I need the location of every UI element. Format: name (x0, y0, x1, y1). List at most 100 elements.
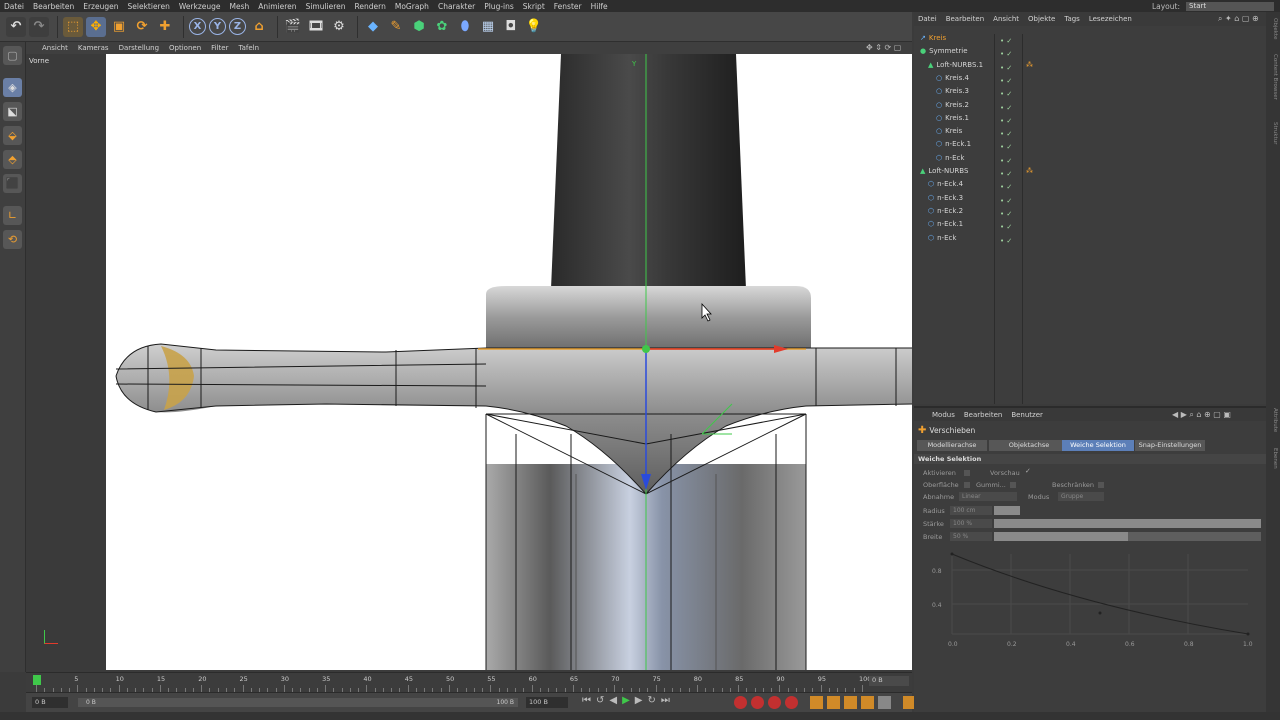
side-tab-attribute[interactable]: Attribute (1268, 408, 1278, 432)
viewport-menu-tafeln[interactable]: Tafeln (238, 44, 259, 52)
record-icon[interactable] (734, 696, 747, 709)
menu-item-bearbeiten[interactable]: Bearbeiten (33, 2, 74, 11)
goto-end-icon[interactable]: ⏭ (661, 695, 670, 706)
tab-objektachse[interactable]: Objektachse (989, 440, 1069, 451)
menu-item-simulieren[interactable]: Simulieren (306, 2, 346, 11)
radius-slider[interactable] (994, 506, 1020, 515)
modus-select[interactable]: Gruppe (1058, 492, 1104, 501)
timeline-playhead[interactable] (33, 675, 41, 685)
menu-item-plugins[interactable]: Plug-ins (484, 2, 514, 11)
visibility-check-icon[interactable]: • ✓ (1000, 235, 1012, 248)
object-row[interactable]: ○ Kreis.2 • ✓ (914, 99, 1266, 112)
axis-mode-icon[interactable]: ∟ (3, 206, 22, 225)
object-menu-lesezeichen[interactable]: Lesezeichen (1089, 15, 1132, 23)
texture-mode-icon[interactable]: ⬕ (3, 102, 22, 121)
object-row[interactable]: ▲ Loft-NURBS • ✓ ⁂ (914, 165, 1266, 178)
key-param-icon[interactable] (861, 696, 874, 709)
key-scale-icon[interactable] (827, 696, 840, 709)
object-row[interactable]: ○ Kreis.4 • ✓ (914, 72, 1266, 85)
help-icon[interactable] (785, 696, 798, 709)
attr-nav-icons[interactable]: ◀ ▶ ⌕ ⌂ ⊕ ▢ ▣ (1172, 410, 1231, 420)
beschraenken-checkbox[interactable] (1098, 482, 1104, 488)
object-row[interactable]: ○ Kreis • ✓ (914, 125, 1266, 138)
object-row[interactable]: ○ Kreis.3 • ✓ (914, 85, 1266, 98)
array-icon[interactable]: ✿ (432, 17, 452, 37)
oberflaeche-checkbox[interactable] (964, 482, 970, 488)
object-row[interactable]: ⬡ n-Eck.2 • ✓ (914, 205, 1266, 218)
object-menu-tags[interactable]: Tags (1064, 15, 1080, 23)
breite-field[interactable]: 50 % (950, 532, 992, 541)
y-axis-lock-icon[interactable]: Y (209, 18, 226, 35)
side-tab-objekte[interactable]: Objekte (1268, 18, 1278, 39)
cube-primitive-icon[interactable]: ◆ (363, 17, 383, 37)
render-settings-icon[interactable]: ⚙ (329, 17, 349, 37)
points-mode-icon[interactable]: ⬙ (3, 126, 22, 145)
object-menu-datei[interactable]: Datei (918, 15, 937, 23)
timeline-ruler[interactable]: 0510152025303540455055606570758085909510… (26, 672, 912, 692)
model-mode-icon[interactable]: ◈ (3, 78, 22, 97)
object-row[interactable]: ⬡ n-Eck.1 • ✓ (914, 218, 1266, 231)
move-tool-icon[interactable]: ✥ (86, 16, 106, 37)
redo-icon[interactable]: ↷ (29, 16, 49, 37)
object-row[interactable]: ⬡ n-Eck.1 • ✓ (914, 138, 1266, 151)
object-row[interactable]: ● Symmetrie • ✓ (914, 45, 1266, 58)
goto-start-icon[interactable]: ⏮ (582, 695, 591, 706)
menu-item-datei[interactable]: Datei (4, 2, 24, 11)
light-icon[interactable]: 💡 (524, 17, 544, 37)
range-slider[interactable]: 0 B 100 B (78, 698, 518, 707)
object-row[interactable]: ○ Kreis.1 • ✓ (914, 112, 1266, 125)
camera-icon[interactable]: ◘ (501, 17, 521, 37)
object-menu-objekte[interactable]: Objekte (1028, 15, 1055, 23)
undo-icon[interactable]: ↶ (6, 16, 26, 37)
scale-tool-icon[interactable]: ▣ (109, 17, 129, 37)
viewport-nav-icons[interactable]: ✥ ⇕ ⟳ ▢ (866, 43, 901, 52)
timeline-end-field[interactable]: 0 B (869, 676, 909, 686)
play-icon[interactable]: ▶ (622, 695, 630, 706)
key-move-icon[interactable] (810, 696, 823, 709)
tab-modellierachse[interactable]: Modellierachse (917, 440, 987, 451)
render-picture-viewer-icon[interactable]: 🎞 (306, 17, 326, 37)
end-frame-field[interactable]: 100 B (526, 697, 568, 708)
side-tab-ebenen[interactable]: Ebenen (1268, 448, 1278, 469)
object-row[interactable]: ⬡ n-Eck.4 • ✓ (914, 178, 1266, 191)
radius-field[interactable]: 100 cm (950, 506, 992, 515)
object-row[interactable]: ↗ Kreis • ✓ (914, 32, 1266, 45)
menu-item-werkzeuge[interactable]: Werkzeuge (179, 2, 221, 11)
menu-item-mograph[interactable]: MoGraph (395, 2, 429, 11)
add-tool-icon[interactable]: ✚ (155, 17, 175, 37)
menu-item-mesh[interactable]: Mesh (230, 2, 250, 11)
key-pla-icon[interactable] (878, 696, 891, 709)
menu-item-charakter[interactable]: Charakter (438, 2, 475, 11)
gummi-checkbox[interactable] (1010, 482, 1016, 488)
object-row[interactable]: ▲ Loft-NURBS.1 • ✓ ⁂ (914, 59, 1266, 72)
spline-pen-icon[interactable]: ✎ (386, 17, 406, 37)
next-key-icon[interactable]: ↻ (648, 695, 656, 706)
z-axis-lock-icon[interactable]: Z (229, 18, 246, 35)
layout-select[interactable]: Start (1186, 1, 1274, 11)
attr-menu-benutzer[interactable]: Benutzer (1011, 411, 1043, 419)
object-menu-bearbeiten[interactable]: Bearbeiten (946, 15, 984, 23)
side-tab-content-browser[interactable]: Content Browser (1268, 54, 1278, 100)
prev-key-icon[interactable]: ↺ (596, 695, 604, 706)
menu-item-selektieren[interactable]: Selektieren (128, 2, 170, 11)
polygons-mode-icon[interactable]: ⬛ (3, 174, 22, 193)
side-tab-struktur[interactable]: Struktur (1268, 122, 1278, 144)
viewport[interactable]: Vorne Y (26, 54, 912, 670)
object-row[interactable]: ⬡ n-Eck • ✓ (914, 152, 1266, 165)
menu-item-erzeugen[interactable]: Erzeugen (83, 2, 118, 11)
attr-menu-modus[interactable]: Modus (932, 411, 955, 419)
tag-icon[interactable]: ⁂ (1026, 165, 1033, 178)
key-rotate-icon[interactable] (844, 696, 857, 709)
object-menu-ansicht[interactable]: Ansicht (993, 15, 1019, 23)
staerke-field[interactable]: 100 % (950, 519, 992, 528)
aktivieren-checkbox[interactable] (964, 470, 970, 476)
staerke-slider[interactable] (994, 519, 1261, 528)
object-row[interactable]: ⬡ n-Eck.3 • ✓ (914, 192, 1266, 205)
live-selection-icon[interactable]: ⬚ (63, 16, 83, 37)
coordinate-system-icon[interactable]: ⌂ (249, 17, 269, 37)
viewport-menu-ansicht[interactable]: Ansicht (42, 44, 68, 52)
menu-item-skript[interactable]: Skript (523, 2, 545, 11)
start-frame-field[interactable]: 0 B (32, 697, 68, 708)
object-manager-search-icon[interactable]: ⌕ ✦ ⌂ ▢ ⊕ (1218, 14, 1259, 24)
vorschau-checkbox[interactable]: ✓ (1025, 467, 1031, 475)
